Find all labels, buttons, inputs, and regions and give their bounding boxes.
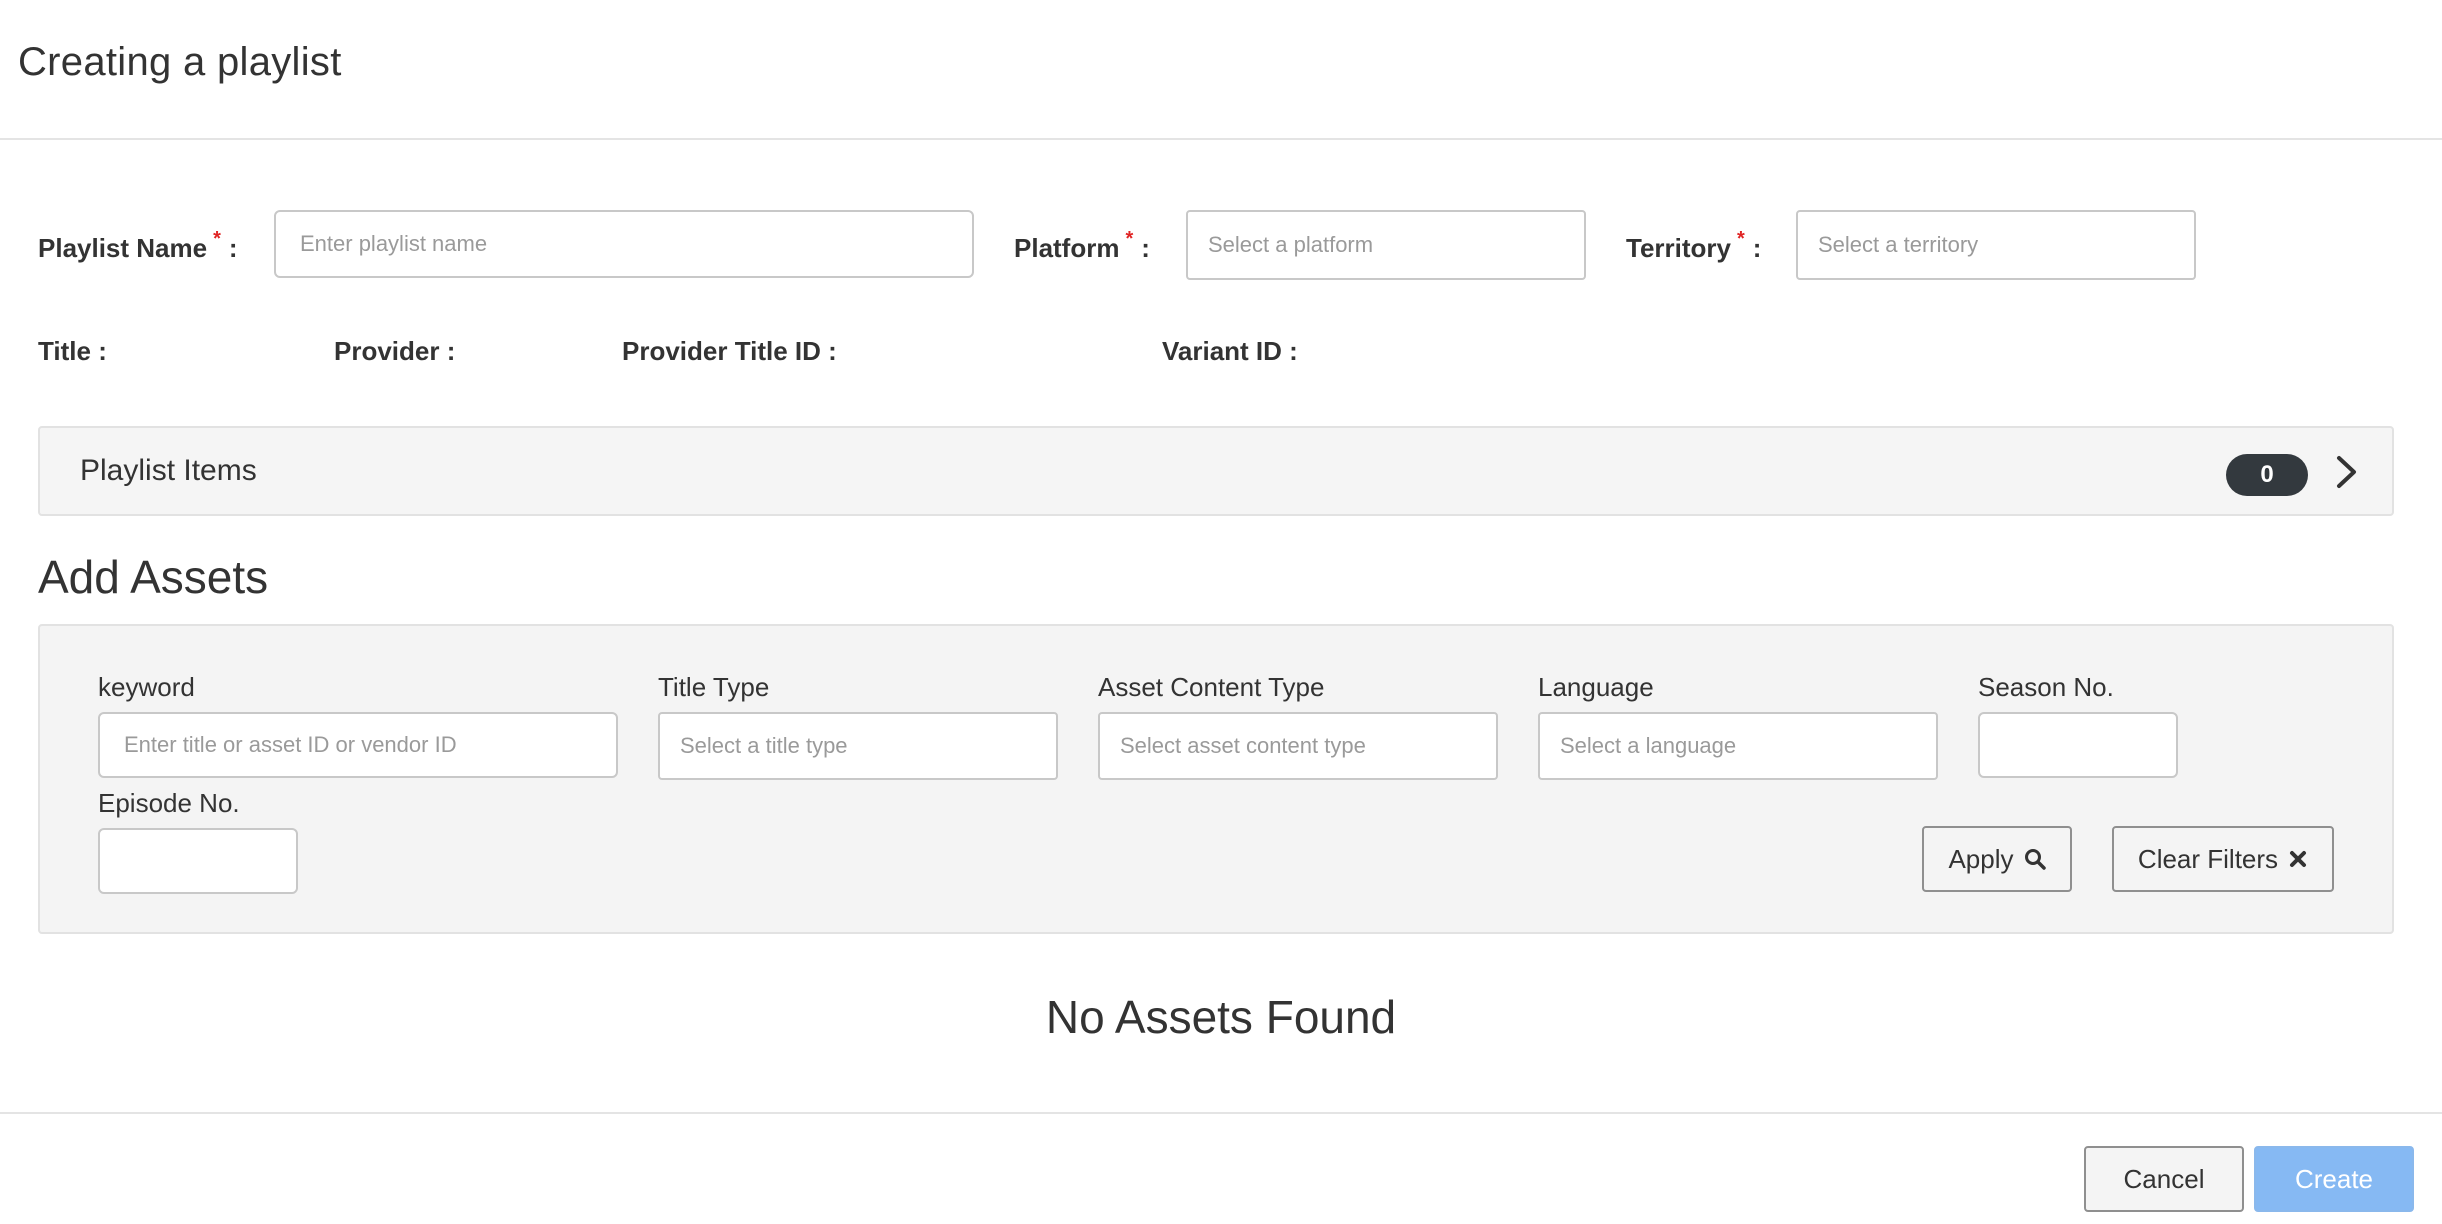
title-type-placeholder: Select a title type	[680, 733, 848, 758]
episode-no-label: Episode No.	[98, 788, 240, 818]
language-placeholder: Select a language	[1560, 733, 1737, 758]
title-type-select[interactable]: Select a title type	[658, 712, 1058, 780]
playlist-name-label-text: Playlist Name	[38, 233, 208, 263]
label-colon: :	[228, 233, 238, 263]
asset-filter-panel: keyword Title Type Select a title type A…	[38, 624, 2394, 934]
required-marker: *	[1737, 228, 1745, 250]
language-select[interactable]: Select a language	[1538, 712, 1938, 780]
cancel-button[interactable]: Cancel	[2084, 1146, 2244, 1212]
asset-content-type-label: Asset Content Type	[1098, 672, 1325, 702]
modal-title: Creating a playlist	[18, 40, 342, 84]
asset-content-type-select[interactable]: Select asset content type	[1098, 712, 1498, 780]
territory-select-placeholder: Select a territory	[1818, 232, 1979, 257]
no-assets-message: No Assets Found	[1045, 991, 1397, 1043]
modal-footer: Cancel Create	[0, 1112, 2442, 1224]
keyword-input[interactable]	[98, 712, 618, 778]
keyword-label: keyword	[98, 672, 195, 702]
platform-select-placeholder: Select a platform	[1208, 232, 1374, 257]
playlist-name-label: Playlist Name *:	[38, 228, 238, 264]
search-icon	[2024, 849, 2046, 870]
create-playlist-modal: Creating a playlist Playlist Name*: Plat…	[0, 0, 2442, 1224]
platform-select[interactable]: Select a platform	[1186, 210, 1586, 280]
modal-header: Creating a playlist	[0, 0, 2442, 140]
season-no-input[interactable]	[1978, 712, 2178, 778]
platform-label: Platform *:	[1014, 228, 1150, 264]
title-type-label: Title Type	[658, 672, 770, 702]
clear-filters-button[interactable]: Clear Filters	[2112, 826, 2334, 892]
asset-content-type-placeholder: Select asset content type	[1120, 733, 1366, 758]
playlist-items-label: Playlist Items	[80, 454, 257, 487]
playlist-items-count-badge: 0	[2226, 454, 2308, 496]
times-icon	[2290, 851, 2307, 867]
title-info-label: Title :	[38, 336, 107, 366]
episode-no-input[interactable]	[98, 828, 298, 894]
label-colon: :	[1141, 233, 1150, 263]
required-marker: *	[213, 228, 221, 250]
territory-select[interactable]: Select a territory	[1796, 210, 2196, 280]
label-colon: :	[1752, 233, 1762, 263]
add-assets-heading: Add Assets	[38, 551, 269, 603]
territory-label-text: Territory	[1626, 233, 1731, 263]
platform-label-text: Platform	[1014, 233, 1120, 263]
variant-id-info-label: Variant ID :	[1162, 336, 1298, 366]
clear-filters-button-label: Clear Filters	[2137, 843, 2279, 874]
apply-filters-button[interactable]: Apply	[1922, 826, 2072, 892]
required-marker: *	[1125, 228, 1134, 250]
provider-title-id-info-label: Provider Title ID :	[622, 336, 837, 366]
chevron-right-icon[interactable]	[2330, 452, 2364, 492]
provider-info-label: Provider :	[334, 336, 456, 366]
playlist-name-input[interactable]	[274, 210, 974, 278]
playlist-items-toggle[interactable]: Playlist Items 0	[38, 426, 2394, 516]
create-button[interactable]: Create	[2254, 1146, 2414, 1212]
language-label: Language	[1538, 672, 1654, 702]
season-no-label: Season No.	[1978, 672, 2114, 702]
territory-label: Territory *:	[1626, 228, 1761, 264]
apply-button-label: Apply	[1948, 843, 2014, 874]
